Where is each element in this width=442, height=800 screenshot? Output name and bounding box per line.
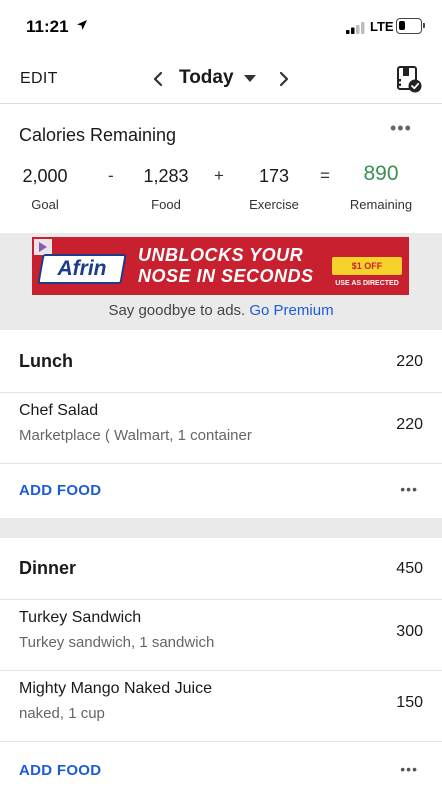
goal-value: 2,000 bbox=[22, 166, 68, 186]
calories-remaining-title: Calories Remaining bbox=[19, 125, 177, 145]
meal-more-options-icon[interactable]: ••• bbox=[400, 481, 418, 497]
food-entry[interactable]: Mighty Mango Naked Juice naked, 1 cup 15… bbox=[0, 672, 442, 742]
complete-diary-icon[interactable] bbox=[395, 64, 423, 94]
food-name: Chef Salad bbox=[19, 402, 99, 419]
minus-operator: - bbox=[108, 166, 114, 185]
previous-day-chevron-icon[interactable] bbox=[148, 68, 168, 90]
date-selector[interactable]: Today bbox=[179, 67, 234, 89]
remaining-value: 890 bbox=[363, 162, 399, 185]
food-value: 1,283 bbox=[143, 166, 189, 186]
meal-name: Lunch bbox=[19, 351, 73, 371]
status-bar: 11:21 LTE bbox=[0, 0, 442, 56]
food-entry[interactable]: Turkey Sandwich Turkey sandwich, 1 sandw… bbox=[0, 601, 442, 671]
food-entry[interactable]: Chef Salad Marketplace ( Walmart, 1 cont… bbox=[0, 394, 442, 464]
meal-more-options-icon[interactable]: ••• bbox=[400, 761, 418, 777]
exercise-value: 173 bbox=[258, 166, 290, 186]
ad-area: Afrin UNBLOCKS YOUR NOSE IN SECONDS $1 O… bbox=[0, 233, 442, 330]
food-label: Food bbox=[151, 197, 181, 212]
food-calories: 300 bbox=[396, 623, 423, 640]
meal-header[interactable]: Lunch 220 bbox=[0, 331, 442, 393]
network-type: LTE bbox=[370, 19, 394, 34]
food-description: Marketplace ( Walmart, 1 container bbox=[19, 427, 252, 444]
add-food-button[interactable]: ADD FOOD bbox=[19, 762, 101, 779]
ad-banner[interactable]: Afrin UNBLOCKS YOUR NOSE IN SECONDS $1 O… bbox=[32, 237, 409, 295]
food-calories: 220 bbox=[396, 416, 423, 433]
calories-remaining-card: Calories Remaining ••• 2,000 Goal - 1,28… bbox=[0, 105, 442, 233]
location-arrow-icon bbox=[77, 20, 87, 30]
ad-offer-badge: $1 OFF bbox=[332, 257, 402, 275]
next-day-chevron-icon[interactable] bbox=[274, 68, 294, 90]
date-dropdown-caret-icon[interactable] bbox=[243, 74, 257, 84]
battery-icon bbox=[396, 18, 425, 34]
add-food-button[interactable]: ADD FOOD bbox=[19, 482, 101, 499]
ad-fine-print: USE AS DIRECTED bbox=[335, 280, 399, 287]
signal-strength-icon bbox=[346, 22, 365, 34]
meal-header[interactable]: Dinner 450 bbox=[0, 538, 442, 600]
edit-button[interactable]: EDIT bbox=[20, 70, 58, 88]
plus-operator: + bbox=[214, 166, 224, 185]
afrin-logo-text: Afrin bbox=[57, 257, 107, 280]
ad-headline-line1: UNBLOCKS YOUR bbox=[138, 245, 304, 265]
meal-calories: 220 bbox=[396, 353, 423, 370]
ad-promo-text: Say goodbye to ads. bbox=[108, 302, 246, 319]
meal-name: Dinner bbox=[19, 558, 77, 578]
meal-calories: 450 bbox=[396, 560, 423, 577]
go-premium-promo: Say goodbye to ads. Go Premium bbox=[0, 302, 442, 319]
calories-more-options-icon[interactable]: ••• bbox=[390, 119, 412, 137]
meal-section-dinner: Dinner 450 Turkey Sandwich Turkey sandwi… bbox=[0, 538, 442, 800]
equals-operator: = bbox=[320, 166, 330, 185]
exercise-label: Exercise bbox=[249, 197, 299, 212]
remaining-label: Remaining bbox=[349, 197, 413, 212]
food-calories: 150 bbox=[396, 694, 423, 711]
goal-label: Goal bbox=[31, 197, 59, 212]
food-description: naked, 1 cup bbox=[19, 705, 105, 722]
afrin-logo: Afrin bbox=[37, 254, 127, 284]
ad-headline: UNBLOCKS YOUR NOSE IN SECONDS bbox=[138, 245, 338, 287]
ad-headline-line2: NOSE IN SECONDS bbox=[138, 266, 314, 286]
status-time: 11:21 bbox=[26, 17, 69, 36]
go-premium-link[interactable]: Go Premium bbox=[249, 302, 333, 319]
food-description: Turkey sandwich, 1 sandwich bbox=[19, 634, 215, 651]
food-name: Mighty Mango Naked Juice bbox=[19, 680, 212, 697]
battery-level bbox=[399, 21, 405, 30]
diary-nav-bar: EDIT Today bbox=[0, 56, 442, 104]
food-name: Turkey Sandwich bbox=[19, 609, 142, 626]
ad-choices-icon[interactable] bbox=[34, 239, 52, 255]
section-divider bbox=[0, 518, 442, 538]
meal-section-lunch: Lunch 220 Chef Salad Marketplace ( Walma… bbox=[0, 331, 442, 518]
